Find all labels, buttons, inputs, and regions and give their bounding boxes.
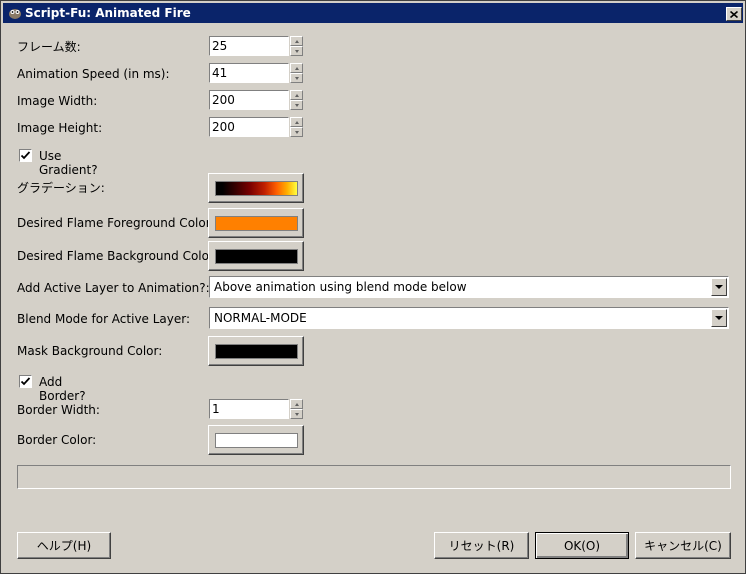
fg-color-label: Desired Flame Foreground Color: — [17, 216, 215, 230]
height-label: Image Height: — [17, 121, 103, 135]
border-color-label: Border Color: — [17, 433, 97, 447]
blend-mode-combobox[interactable]: NORMAL-MODE — [209, 307, 729, 329]
frames-label: フレーム数: — [17, 40, 81, 54]
height-input[interactable] — [209, 117, 289, 137]
width-increment-button[interactable] — [290, 90, 303, 100]
title-bar[interactable]: Script-Fu: Animated Fire — [3, 3, 743, 23]
chevron-down-icon — [715, 316, 723, 320]
cancel-button[interactable]: キャンセル(C) — [635, 532, 731, 559]
bg-color-swatch — [215, 249, 298, 264]
down-arrow-icon — [294, 103, 299, 107]
frames-spinbox — [209, 36, 304, 56]
gradient-label: グラデーション: — [17, 181, 105, 195]
frames-increment-button[interactable] — [290, 36, 303, 46]
blend-mode-value: NORMAL-MODE — [214, 311, 307, 325]
help-button[interactable]: ヘルプ(H) — [17, 532, 111, 559]
border-width-input[interactable] — [209, 399, 289, 419]
speed-spinbox — [209, 63, 304, 83]
border-width-spinbox — [209, 399, 304, 419]
add-border-label: Add Border? — [39, 375, 86, 403]
up-arrow-icon — [294, 39, 299, 43]
up-arrow-icon — [294, 402, 299, 406]
bg-color-button[interactable] — [208, 241, 304, 271]
border-width-increment-button[interactable] — [290, 399, 303, 409]
width-decrement-button[interactable] — [290, 100, 303, 110]
use-gradient-label: Use Gradient? — [39, 149, 98, 177]
speed-input[interactable] — [209, 63, 289, 83]
speed-decrement-button[interactable] — [290, 73, 303, 83]
down-arrow-icon — [294, 130, 299, 134]
blend-mode-dropdown-button[interactable] — [711, 309, 727, 327]
chevron-down-icon — [715, 285, 723, 289]
close-button[interactable] — [726, 7, 742, 21]
progress-bar — [17, 465, 731, 489]
up-arrow-icon — [294, 66, 299, 70]
height-spinbox — [209, 117, 304, 137]
window-title: Script-Fu: Animated Fire — [25, 6, 191, 20]
ok-button[interactable]: OK(O) — [535, 532, 629, 559]
bg-color-label: Desired Flame Background Color: — [17, 249, 218, 263]
border-width-decrement-button[interactable] — [290, 409, 303, 419]
frames-decrement-button[interactable] — [290, 46, 303, 56]
blend-mode-label: Blend Mode for Active Layer: — [17, 312, 191, 326]
add-layer-combobox[interactable]: Above animation using blend mode below — [209, 276, 729, 298]
fg-color-button[interactable] — [208, 208, 304, 238]
add-border-checkbox[interactable] — [19, 375, 32, 388]
gimp-app-icon — [9, 9, 21, 19]
border-color-button[interactable] — [208, 425, 304, 455]
mask-bg-color-swatch — [215, 344, 298, 359]
border-color-swatch — [215, 433, 298, 448]
mask-bg-label: Mask Background Color: — [17, 344, 163, 358]
width-spinbox — [209, 90, 304, 110]
down-arrow-icon — [294, 412, 299, 416]
up-arrow-icon — [294, 93, 299, 97]
speed-increment-button[interactable] — [290, 63, 303, 73]
width-label: Image Width: — [17, 94, 98, 108]
gradient-select-button[interactable] — [208, 173, 304, 203]
up-arrow-icon — [294, 120, 299, 124]
down-arrow-icon — [294, 76, 299, 80]
height-decrement-button[interactable] — [290, 127, 303, 137]
dialog-window: Script-Fu: Animated Fire フレーム数: Animatio… — [0, 0, 746, 574]
close-icon — [730, 10, 738, 18]
height-increment-button[interactable] — [290, 117, 303, 127]
down-arrow-icon — [294, 49, 299, 53]
fg-color-swatch — [215, 216, 298, 231]
checkmark-icon — [20, 151, 31, 160]
checkmark-icon — [20, 377, 31, 386]
add-layer-label: Add Active Layer to Animation?: — [17, 281, 210, 295]
add-layer-dropdown-button[interactable] — [711, 278, 727, 296]
frames-input[interactable] — [209, 36, 289, 56]
mask-bg-color-button[interactable] — [208, 336, 304, 366]
speed-label: Animation Speed (in ms): — [17, 67, 170, 81]
reset-button[interactable]: リセット(R) — [434, 532, 529, 559]
gradient-preview — [215, 181, 298, 196]
width-input[interactable] — [209, 90, 289, 110]
border-width-label: Border Width: — [17, 403, 100, 417]
add-layer-value: Above animation using blend mode below — [214, 280, 467, 294]
use-gradient-checkbox[interactable] — [19, 149, 32, 162]
